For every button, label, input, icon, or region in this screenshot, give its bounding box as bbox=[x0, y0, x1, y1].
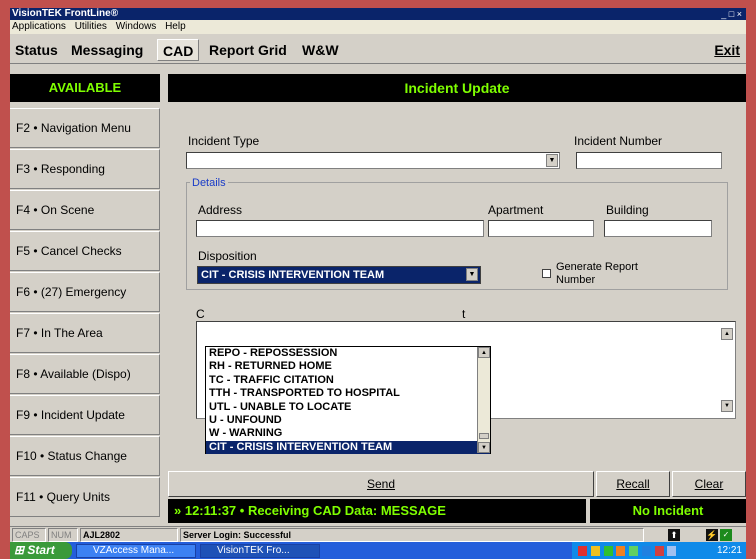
app-window: VisionTEK FrontLine® _ □ × Applications … bbox=[10, 8, 746, 559]
recall-button[interactable]: Recall bbox=[596, 471, 670, 497]
fkey-f6-emergency[interactable]: F6 • (27) Emergency bbox=[10, 272, 160, 312]
scroll-up-icon[interactable]: ▲ bbox=[478, 347, 490, 358]
incident-number-field[interactable] bbox=[576, 152, 722, 169]
panel-title: Incident Update bbox=[168, 74, 746, 102]
disposition-selected-value: CIT - CRISIS INTERVENTION TEAM bbox=[201, 269, 385, 281]
dropdown-option-tth[interactable]: TTH - TRANSPORTED TO HOSPITAL bbox=[206, 387, 490, 400]
dropdown-option-repo[interactable]: REPO - REPOSSESSION bbox=[206, 347, 490, 360]
incident-number-label: Incident Number bbox=[574, 134, 663, 148]
chevron-down-icon[interactable]: ▼ bbox=[546, 154, 558, 167]
dropdown-option-utl[interactable]: UTL - UNABLE TO LOCATE bbox=[206, 401, 490, 414]
fkey-f9-incident-update[interactable]: F9 • Incident Update bbox=[10, 395, 160, 435]
window-controls[interactable]: _ □ × bbox=[721, 8, 742, 20]
tab-ww[interactable]: W&W bbox=[297, 39, 344, 61]
tab-report-grid[interactable]: Report Grid bbox=[204, 39, 292, 61]
num-indicator: NUM bbox=[48, 528, 78, 542]
windows-taskbar: ⊞ Start VZAccess Mana... VisionTEK Fro..… bbox=[10, 542, 746, 559]
exit-button[interactable]: Exit bbox=[714, 39, 740, 61]
fkey-f5-cancel-checks[interactable]: F5 • Cancel Checks bbox=[10, 231, 160, 271]
tray-display-icon[interactable] bbox=[667, 546, 677, 556]
tab-bar: Status Messaging CAD Report Grid W&W Exi… bbox=[10, 34, 746, 64]
dropdown-option-w[interactable]: W - WARNING bbox=[206, 427, 490, 440]
dropdown-scrollbar[interactable]: ▲ ▼ bbox=[477, 347, 490, 453]
menu-windows[interactable]: Windows bbox=[116, 21, 157, 32]
caps-indicator: CAPS bbox=[12, 528, 46, 542]
fkey-f8-available-dispo[interactable]: F8 • Available (Dispo) bbox=[10, 354, 160, 394]
generate-report-checkbox[interactable] bbox=[542, 269, 551, 278]
system-tray: 12:21 bbox=[572, 542, 746, 559]
menu-utilities[interactable]: Utilities bbox=[75, 21, 107, 32]
building-label: Building bbox=[606, 203, 649, 217]
dropdown-option-tc[interactable]: TC - TRAFFIC CITATION bbox=[206, 374, 490, 387]
check-icon[interactable]: ✓ bbox=[720, 529, 732, 541]
chevron-down-icon[interactable]: ▼ bbox=[466, 268, 478, 281]
fkey-f11-query-units[interactable]: F11 • Query Units bbox=[10, 477, 160, 517]
comments-label: C t bbox=[196, 307, 466, 321]
windows-logo-icon: ⊞ bbox=[14, 543, 25, 557]
details-title: Details bbox=[190, 177, 228, 189]
incident-update-panel: Incident Update Incident Type ▼ Incident… bbox=[168, 74, 746, 526]
menu-help[interactable]: Help bbox=[165, 21, 186, 32]
scroll-down-icon[interactable]: ▼ bbox=[478, 442, 490, 453]
upload-icon[interactable]: ⬆ bbox=[668, 529, 680, 541]
clock[interactable]: 12:21 bbox=[717, 542, 742, 559]
fkey-f4-on-scene[interactable]: F4 • On Scene bbox=[10, 190, 160, 230]
send-button[interactable]: Send bbox=[168, 471, 594, 497]
title-bar: VisionTEK FrontLine® _ □ × bbox=[10, 8, 746, 20]
disposition-dropdown-list[interactable]: REPO - REPOSSESSION RH - RETURNED HOME T… bbox=[205, 346, 491, 455]
tray-device-icon[interactable] bbox=[654, 546, 664, 556]
address-field[interactable] bbox=[196, 220, 484, 237]
fkey-f2-navigation-menu[interactable]: F2 • Navigation Menu bbox=[10, 108, 160, 148]
fkey-f7-in-the-area[interactable]: F7 • In The Area bbox=[10, 313, 160, 353]
menu-bar: Applications Utilities Windows Help bbox=[10, 20, 746, 34]
status-bar: CAPS NUM AJL2802 Server Login: Successfu… bbox=[10, 526, 746, 542]
taskbar-item-visiontek[interactable]: VisionTEK Fro... bbox=[200, 544, 320, 558]
incident-status-indicator: No Incident bbox=[590, 499, 746, 523]
tray-folder-icon[interactable] bbox=[590, 546, 600, 556]
unit-id: AJL2802 bbox=[80, 528, 178, 542]
apartment-field[interactable] bbox=[488, 220, 594, 237]
tray-signal-icon[interactable] bbox=[629, 546, 639, 556]
apartment-label: Apartment bbox=[488, 203, 544, 217]
generate-report-label-2: Number bbox=[556, 274, 596, 286]
disposition-select[interactable]: CIT - CRISIS INTERVENTION TEAM ▼ bbox=[197, 266, 481, 284]
tray-security-icon[interactable] bbox=[616, 546, 626, 556]
lightning-icon[interactable]: ⚡ bbox=[706, 529, 718, 541]
menu-applications[interactable]: Applications bbox=[12, 21, 66, 32]
function-key-sidebar: AVAILABLE F2 • Navigation Menu F3 • Resp… bbox=[10, 74, 160, 526]
generate-report-label: Generate Report bbox=[556, 261, 638, 273]
start-button[interactable]: ⊞ Start bbox=[10, 542, 72, 559]
scroll-down-icon[interactable]: ▼ bbox=[721, 400, 733, 412]
dropdown-option-u[interactable]: U - UNFOUND bbox=[206, 414, 490, 427]
incident-type-label: Incident Type bbox=[188, 134, 260, 148]
tray-icons bbox=[578, 545, 688, 556]
fkey-f3-responding[interactable]: F3 • Responding bbox=[10, 149, 160, 189]
tab-messaging[interactable]: Messaging bbox=[66, 39, 148, 61]
fkey-f10-status-change[interactable]: F10 • Status Change bbox=[10, 436, 160, 476]
address-label: Address bbox=[198, 203, 243, 217]
unit-status-banner: AVAILABLE bbox=[10, 74, 160, 102]
taskbar-item-vzaccess[interactable]: VZAccess Mana... bbox=[76, 544, 196, 558]
incident-type-select[interactable]: ▼ bbox=[186, 152, 560, 169]
dropdown-option-cit[interactable]: CIT - CRISIS INTERVENTION TEAM bbox=[206, 440, 490, 455]
disposition-label: Disposition bbox=[198, 249, 257, 263]
tab-status[interactable]: Status bbox=[10, 39, 63, 61]
building-field[interactable] bbox=[604, 220, 712, 237]
message-ticker: » 12:11:37 • Receiving CAD Data: MESSAGE bbox=[168, 499, 586, 523]
tray-network-icon[interactable] bbox=[603, 546, 613, 556]
clear-button[interactable]: Clear bbox=[672, 471, 746, 497]
action-button-bar: Send Recall Clear bbox=[168, 471, 746, 497]
server-login-status: Server Login: Successful bbox=[180, 528, 644, 542]
tab-cad[interactable]: CAD bbox=[157, 39, 200, 61]
window-title: VisionTEK FrontLine® bbox=[12, 8, 119, 19]
scroll-up-icon[interactable]: ▲ bbox=[721, 328, 733, 340]
tray-wifi-icon[interactable] bbox=[641, 546, 651, 556]
scroll-thumb[interactable] bbox=[479, 433, 489, 439]
dropdown-option-rh[interactable]: RH - RETURNED HOME bbox=[206, 360, 490, 373]
tray-alert-icon[interactable] bbox=[578, 546, 587, 556]
